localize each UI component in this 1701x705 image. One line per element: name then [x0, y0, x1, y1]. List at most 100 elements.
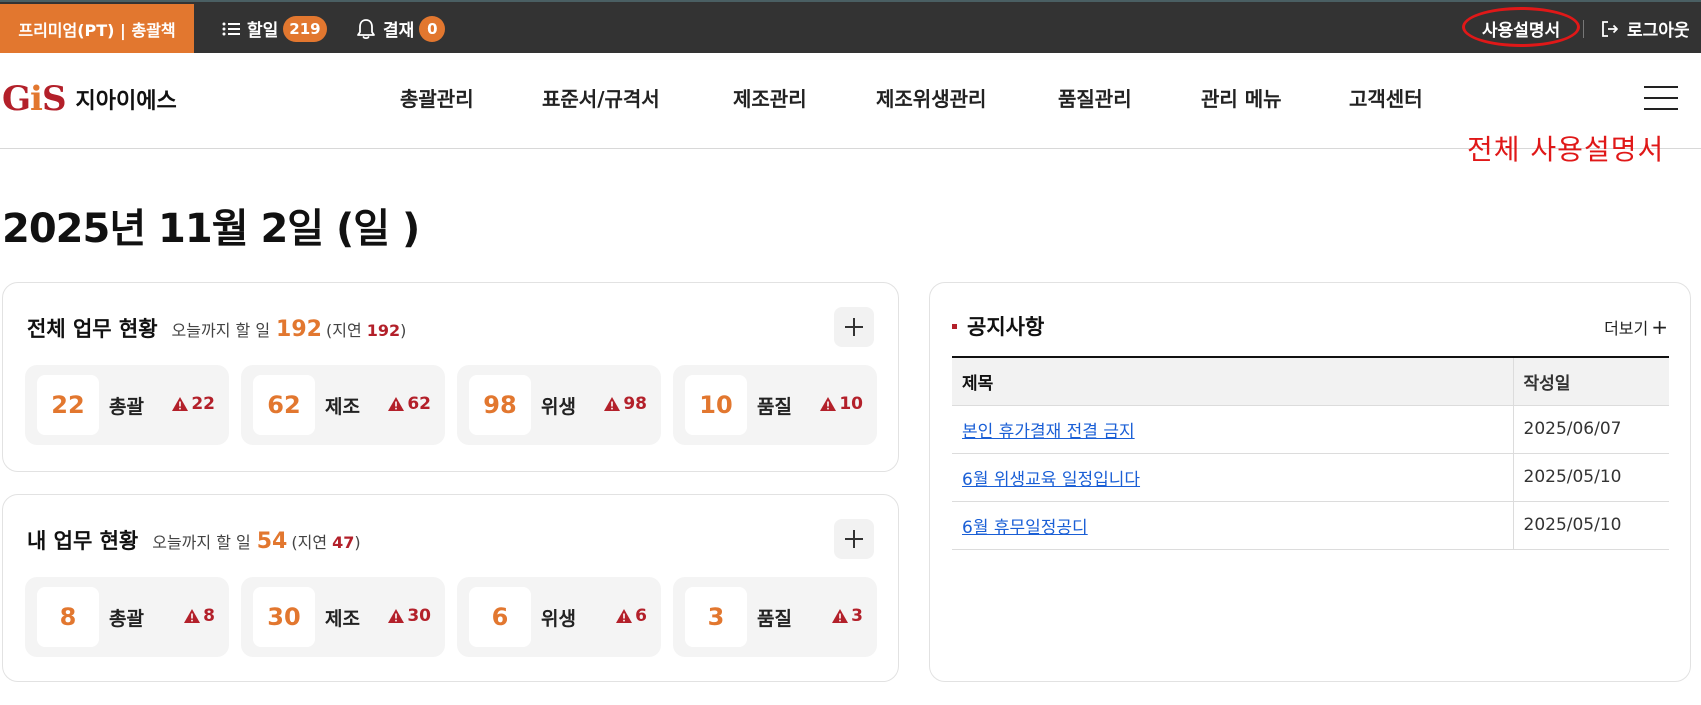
stat-label: 위생 — [541, 396, 576, 418]
col-date-header: 작성일 — [1512, 356, 1669, 406]
my-stat-card-hygiene[interactable]: 6 위생 6 — [457, 577, 661, 657]
notice-panel: 공지사항 더보기 + 제목 작성일 본인 휴가결재 전결 금지 2025/06/… — [929, 282, 1691, 682]
table-row: 6월 휴무일정공디 2025/05/10 — [952, 501, 1669, 550]
stat-warning: 6 — [616, 606, 647, 626]
stat-number: 8 — [37, 587, 99, 647]
all-tasks-sub: 오늘까지 할 일 — [171, 321, 271, 340]
all-stat-card-hygiene[interactable]: 98 위생 98 — [457, 365, 661, 445]
plan-badge: 프리미엄(PT) | 총괄책 — [0, 4, 194, 53]
approval-button[interactable]: 결재 0 — [356, 4, 446, 53]
warning-triangle-icon — [184, 609, 201, 623]
notice-date: 2025/06/07 — [1512, 405, 1669, 454]
my-tasks-sub: 오늘까지 할 일 — [152, 533, 251, 552]
stat-label: 제조 — [325, 608, 360, 630]
all-tasks-panel: 전체 업무 현황 오늘까지 할 일 192 (지연 192) 22 총괄 22 … — [2, 282, 899, 472]
plus-icon — [845, 530, 863, 548]
warning-triangle-icon — [616, 609, 633, 623]
my-tasks-delay-count: 47 — [332, 533, 355, 552]
stat-warning: 10 — [820, 394, 863, 414]
all-tasks-delay-prefix: (지연 — [325, 321, 362, 340]
logo-text: 지아이에스 — [75, 89, 177, 114]
my-stat-card-general[interactable]: 8 총괄 8 — [25, 577, 229, 657]
top-separator — [1583, 20, 1584, 38]
stat-warning: 8 — [184, 606, 215, 626]
notice-title-link[interactable]: 6월 휴무일정공디 — [962, 518, 1088, 538]
my-tasks-header: 내 업무 현황 오늘까지 할 일 54 (지연 47) — [27, 525, 361, 555]
logout-button[interactable]: 로그아웃 — [1600, 4, 1690, 53]
main-header: GiS 지아이에스 총괄관리 표준서/규격서 제조관리 제조위생관리 품질관리 … — [0, 53, 1701, 149]
warning-triangle-icon — [388, 397, 405, 411]
warning-triangle-icon — [172, 397, 189, 411]
all-tasks-count: 192 — [276, 317, 322, 342]
page-date-title: 2025년 11월 2일 (일 ) — [2, 206, 420, 252]
nav-item-standards[interactable]: 표준서/규격서 — [542, 83, 660, 112]
notice-table-header: 제목 작성일 — [952, 356, 1669, 406]
approval-label: 결재 — [383, 21, 415, 41]
my-tasks-add-button[interactable] — [834, 519, 874, 559]
more-label: 더보기 — [1604, 319, 1649, 338]
hamburger-icon[interactable] — [1644, 86, 1678, 110]
plus-icon: + — [1651, 315, 1668, 339]
nav-item-customer-center[interactable]: 고객센터 — [1349, 83, 1423, 112]
warning-triangle-icon — [604, 397, 621, 411]
nav-item-manufacturing[interactable]: 제조관리 — [733, 83, 807, 112]
all-tasks-delay-count: 192 — [366, 321, 401, 340]
all-stat-card-quality[interactable]: 10 품질 10 — [673, 365, 877, 445]
all-stat-card-manufacturing[interactable]: 62 제조 62 — [241, 365, 445, 445]
notice-date: 2025/05/10 — [1512, 453, 1669, 502]
my-tasks-count: 54 — [256, 529, 288, 554]
my-stat-card-manufacturing[interactable]: 30 제조 30 — [241, 577, 445, 657]
stat-warning: 98 — [604, 394, 647, 414]
notice-title: 공지사항 — [967, 315, 1045, 339]
my-stat-card-quality[interactable]: 3 품질 3 — [673, 577, 877, 657]
table-row: 본인 휴가결재 전결 금지 2025/06/07 — [952, 405, 1669, 454]
plus-icon — [845, 318, 863, 336]
all-tasks-delay-suffix: ) — [400, 321, 407, 340]
logout-icon — [1600, 19, 1620, 39]
all-tasks-add-button[interactable] — [834, 307, 874, 347]
stat-number: 10 — [685, 375, 747, 435]
stat-number: 3 — [685, 587, 747, 647]
stat-label: 품질 — [757, 608, 792, 630]
stat-warning: 22 — [172, 394, 215, 414]
warning-triangle-icon — [388, 609, 405, 623]
stat-number: 6 — [469, 587, 531, 647]
stat-number: 62 — [253, 375, 315, 435]
bell-icon — [356, 18, 376, 40]
stat-number: 98 — [469, 375, 531, 435]
notice-title-link[interactable]: 6월 위생교육 일정입니다 — [962, 470, 1140, 490]
stat-number: 30 — [253, 587, 315, 647]
notice-more-link[interactable]: 더보기 + — [1604, 315, 1668, 339]
col-title-header: 제목 — [952, 356, 1513, 406]
nav-item-admin-menu[interactable]: 관리 메뉴 — [1201, 83, 1282, 112]
notice-title-link[interactable]: 본인 휴가결재 전결 금지 — [962, 422, 1135, 442]
stat-label: 위생 — [541, 608, 576, 630]
logo-mark: GiS — [2, 79, 67, 119]
all-tasks-title: 전체 업무 현황 — [27, 317, 158, 341]
my-tasks-title: 내 업무 현황 — [27, 529, 139, 553]
nav-item-quality[interactable]: 품질관리 — [1058, 83, 1132, 112]
approval-count-badge: 0 — [419, 15, 446, 42]
warning-triangle-icon — [820, 397, 837, 411]
todo-count-badge: 219 — [283, 15, 327, 42]
nav-item-general[interactable]: 총괄관리 — [400, 83, 474, 112]
all-stat-card-general[interactable]: 22 총괄 22 — [25, 365, 229, 445]
stat-label: 제조 — [325, 396, 360, 418]
notice-header: 공지사항 — [952, 311, 1044, 341]
stat-warning: 30 — [388, 606, 431, 626]
table-row: 6월 위생교육 일정입니다 2025/05/10 — [952, 453, 1669, 502]
todo-label: 할일 — [247, 21, 279, 41]
my-tasks-delay-prefix: (지연 — [291, 533, 328, 552]
logout-label: 로그아웃 — [1627, 21, 1690, 41]
stat-label: 품질 — [757, 396, 792, 418]
warning-triangle-icon — [832, 609, 849, 623]
nav-item-hygiene[interactable]: 제조위생관리 — [876, 83, 986, 112]
notice-bullet — [952, 323, 957, 329]
stat-warning: 62 — [388, 394, 431, 414]
todo-button[interactable]: 할일 219 — [222, 4, 327, 53]
logo[interactable]: GiS 지아이에스 — [2, 79, 177, 119]
stat-label: 총괄 — [109, 396, 144, 418]
my-tasks-delay-suffix: ) — [354, 533, 361, 552]
list-icon — [222, 21, 240, 37]
stat-number: 22 — [37, 375, 99, 435]
